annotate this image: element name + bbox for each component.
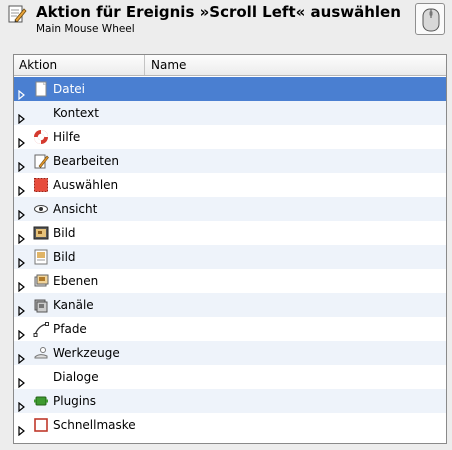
edit-icon bbox=[7, 4, 27, 24]
tree-row-label: Kontext bbox=[53, 106, 99, 120]
tree-row-label: Auswählen bbox=[53, 178, 119, 192]
selection-icon bbox=[33, 177, 49, 193]
tree-row-label: Hilfe bbox=[53, 130, 81, 144]
tree-row-label: Bearbeiten bbox=[53, 154, 119, 168]
tree-row[interactable]: Dialoge bbox=[14, 365, 446, 389]
tree-row[interactable]: Auswählen bbox=[14, 173, 446, 197]
column-action-header[interactable]: Aktion bbox=[14, 55, 145, 75]
expander-triangle-icon[interactable] bbox=[17, 108, 27, 125]
tree-row-label: Schnellmaske bbox=[53, 418, 136, 432]
expander-triangle-icon[interactable] bbox=[17, 252, 27, 269]
channels-icon bbox=[33, 297, 49, 313]
expander-triangle-icon[interactable] bbox=[17, 396, 27, 413]
tree-row-label: Pfade bbox=[53, 322, 87, 336]
tree-row[interactable]: Ansicht bbox=[14, 197, 446, 221]
action-tree[interactable]: Aktion Name Datei Kontext Hilfe Bearbeiten A… bbox=[13, 54, 447, 444]
tree-row-label: Kanäle bbox=[53, 298, 94, 312]
edit-icon bbox=[33, 153, 49, 169]
image-edit-icon bbox=[33, 249, 49, 265]
expander-triangle-icon[interactable] bbox=[17, 156, 27, 173]
tree-row-label: Dialoge bbox=[53, 370, 99, 384]
tree-row[interactable]: Kanäle bbox=[14, 293, 446, 317]
tree-row-label: Ebenen bbox=[53, 274, 99, 288]
expander-triangle-icon[interactable] bbox=[17, 84, 27, 101]
expander-triangle-icon[interactable] bbox=[17, 348, 27, 365]
expander-triangle-icon[interactable] bbox=[17, 372, 27, 389]
tree-row[interactable]: Schnellmaske bbox=[14, 413, 446, 437]
tree-row[interactable]: Kontext bbox=[14, 101, 446, 125]
expander-triangle-icon[interactable] bbox=[17, 228, 27, 245]
eye-icon bbox=[33, 201, 49, 217]
column-header: Aktion Name bbox=[14, 55, 446, 76]
tree-row[interactable]: Hilfe bbox=[14, 125, 446, 149]
dialog-header: Aktion für Ereignis »Scroll Left« auswäh… bbox=[0, 0, 452, 42]
paths-icon bbox=[33, 321, 49, 337]
tree-row[interactable]: Pfade bbox=[14, 317, 446, 341]
tree-row-label: Bild bbox=[53, 250, 76, 264]
plugin-icon bbox=[33, 393, 49, 409]
tree-row-label: Werkzeuge bbox=[53, 346, 120, 360]
tree-rows: Datei Kontext Hilfe Bearbeiten Auswählen Ansi… bbox=[14, 77, 446, 437]
tree-row[interactable]: Ebenen bbox=[14, 269, 446, 293]
expander-triangle-icon[interactable] bbox=[17, 132, 27, 149]
image-icon bbox=[33, 225, 49, 241]
tools-icon bbox=[33, 345, 49, 361]
dialog-subtitle: Main Mouse Wheel bbox=[36, 23, 135, 35]
expander-triangle-icon[interactable] bbox=[17, 276, 27, 293]
tree-row[interactable]: Bearbeiten bbox=[14, 149, 446, 173]
tree-row[interactable]: Plugins bbox=[14, 389, 446, 413]
quickmask-icon bbox=[33, 417, 49, 433]
expander-triangle-icon[interactable] bbox=[17, 324, 27, 341]
document-icon bbox=[33, 81, 49, 97]
tree-row-label: Bild bbox=[53, 226, 76, 240]
column-name-header[interactable]: Name bbox=[146, 55, 446, 75]
dialog-title: Aktion für Ereignis »Scroll Left« auswäh… bbox=[36, 3, 401, 21]
layers-icon bbox=[33, 273, 49, 289]
expander-triangle-icon[interactable] bbox=[17, 180, 27, 197]
expander-triangle-icon[interactable] bbox=[17, 204, 27, 221]
expander-triangle-icon[interactable] bbox=[17, 420, 27, 437]
expander-triangle-icon[interactable] bbox=[17, 300, 27, 317]
tree-row-label: Ansicht bbox=[53, 202, 98, 216]
tree-row[interactable]: Bild bbox=[14, 221, 446, 245]
mouse-button[interactable] bbox=[415, 3, 445, 35]
tree-row[interactable]: Werkzeuge bbox=[14, 341, 446, 365]
tree-row-label: Datei bbox=[53, 82, 86, 96]
tree-row[interactable]: Datei bbox=[14, 77, 446, 101]
tree-row-label: Plugins bbox=[53, 394, 96, 408]
tree-row[interactable]: Bild bbox=[14, 245, 446, 269]
lifebuoy-icon bbox=[33, 129, 49, 145]
